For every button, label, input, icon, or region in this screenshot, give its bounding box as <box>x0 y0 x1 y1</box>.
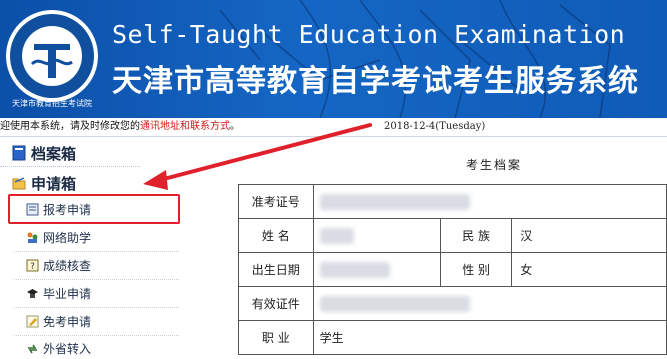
table-row: 职 业 学生 <box>238 320 667 355</box>
field-value: 汉 <box>511 218 667 253</box>
table-row: 出生日期 性 别 女 <box>238 252 667 287</box>
field-value <box>312 184 667 219</box>
folder-icon <box>12 177 26 190</box>
contact-info-link[interactable]: 通讯地址和联系方式 <box>140 121 230 132</box>
field-value: 女 <box>511 252 667 287</box>
section-archive-label: 档案箱 <box>31 145 77 163</box>
divider <box>14 279 179 280</box>
sidebar-item-label: 网络助学 <box>43 231 92 245</box>
notice-prefix: 迎使用本系统，请及时修改您的 <box>0 121 140 132</box>
field-label: 姓 名 <box>238 218 314 253</box>
title-chinese: 天津市高等教育自学考试考生服务系统 <box>112 64 639 99</box>
redacted-value <box>319 295 470 312</box>
sidebar-item-label: 外省转入 <box>43 342 92 356</box>
sidebar-item-online-study[interactable]: 网络助学 <box>26 228 91 248</box>
header-banner: 天津市教育招生考试院 Self-Taught Education Examina… <box>0 0 667 118</box>
field-label: 性 别 <box>440 252 513 287</box>
exemption-pencil-icon <box>26 315 39 328</box>
notice-bar: 迎使用本系统，请及时修改您的通讯地址和联系方式。 2018-12-4(Tuesd… <box>0 118 667 137</box>
field-label: 准考证号 <box>238 184 314 219</box>
field-label: 职 业 <box>238 320 314 355</box>
redacted-value <box>319 261 390 278</box>
table-row: 姓 名 民 族 汉 <box>238 218 667 253</box>
title-english: Self-Taught Education Examination <box>112 20 626 49</box>
network-people-icon <box>27 232 38 243</box>
field-value: 学生 <box>312 320 667 355</box>
section-application-label: 申请箱 <box>31 175 77 193</box>
redacted-value <box>319 193 470 210</box>
candidate-record-table: 准考证号 姓 名 民 族 汉 出生日期 性 别 女 有效证件 职 业 学生 <box>238 184 667 355</box>
field-value <box>312 252 442 287</box>
notice-text: 迎使用本系统，请及时修改您的通讯地址和联系方式。 <box>0 118 240 136</box>
archive-icon <box>12 145 26 161</box>
redacted-value <box>319 227 354 244</box>
field-label: 出生日期 <box>238 252 314 287</box>
sidebar-item-label: 成绩核查 <box>43 259 92 273</box>
table-row: 准考证号 <box>238 184 667 219</box>
sidebar-item-graduation[interactable]: 毕业申请 <box>26 284 91 304</box>
field-value <box>312 218 442 253</box>
current-date: 2018-12-4(Tuesday) <box>384 121 486 132</box>
field-label: 有效证件 <box>238 286 314 321</box>
graduation-cap-icon <box>27 289 38 298</box>
page-title: 考生档案 <box>466 158 523 172</box>
transfer-icon <box>28 344 37 354</box>
field-value <box>312 286 667 321</box>
sidebar-item-transfer[interactable]: 外省转入 <box>26 339 91 359</box>
section-archive[interactable]: 档案箱 <box>12 143 76 164</box>
section-application[interactable]: 申请箱 <box>12 173 76 194</box>
divider <box>14 251 179 252</box>
notice-suffix: 。 <box>230 121 240 132</box>
taea-logo: 天津市教育招生考试院 <box>6 10 98 108</box>
question-mark-icon: ? <box>26 259 39 272</box>
svg-text:天津市教育招生考试院: 天津市教育招生考试院 <box>12 98 92 108</box>
sidebar-item-score-check[interactable]: ? 成绩核查 <box>26 256 91 276</box>
highlight-box <box>8 194 180 224</box>
sidebar-item-label: 免考申请 <box>43 315 92 329</box>
divider <box>14 307 179 308</box>
sidebar: 档案箱 申请箱 报考申请 网络助学 ? 成绩核查 毕业申请 免考申请 外省转入 <box>0 137 180 356</box>
sidebar-item-exemption[interactable]: 免考申请 <box>26 312 91 332</box>
svg-text:?: ? <box>30 262 35 272</box>
divider <box>0 166 140 167</box>
divider <box>14 335 179 336</box>
sidebar-item-label: 毕业申请 <box>43 287 92 301</box>
table-row: 有效证件 <box>238 286 667 321</box>
field-label: 民 族 <box>440 218 513 253</box>
